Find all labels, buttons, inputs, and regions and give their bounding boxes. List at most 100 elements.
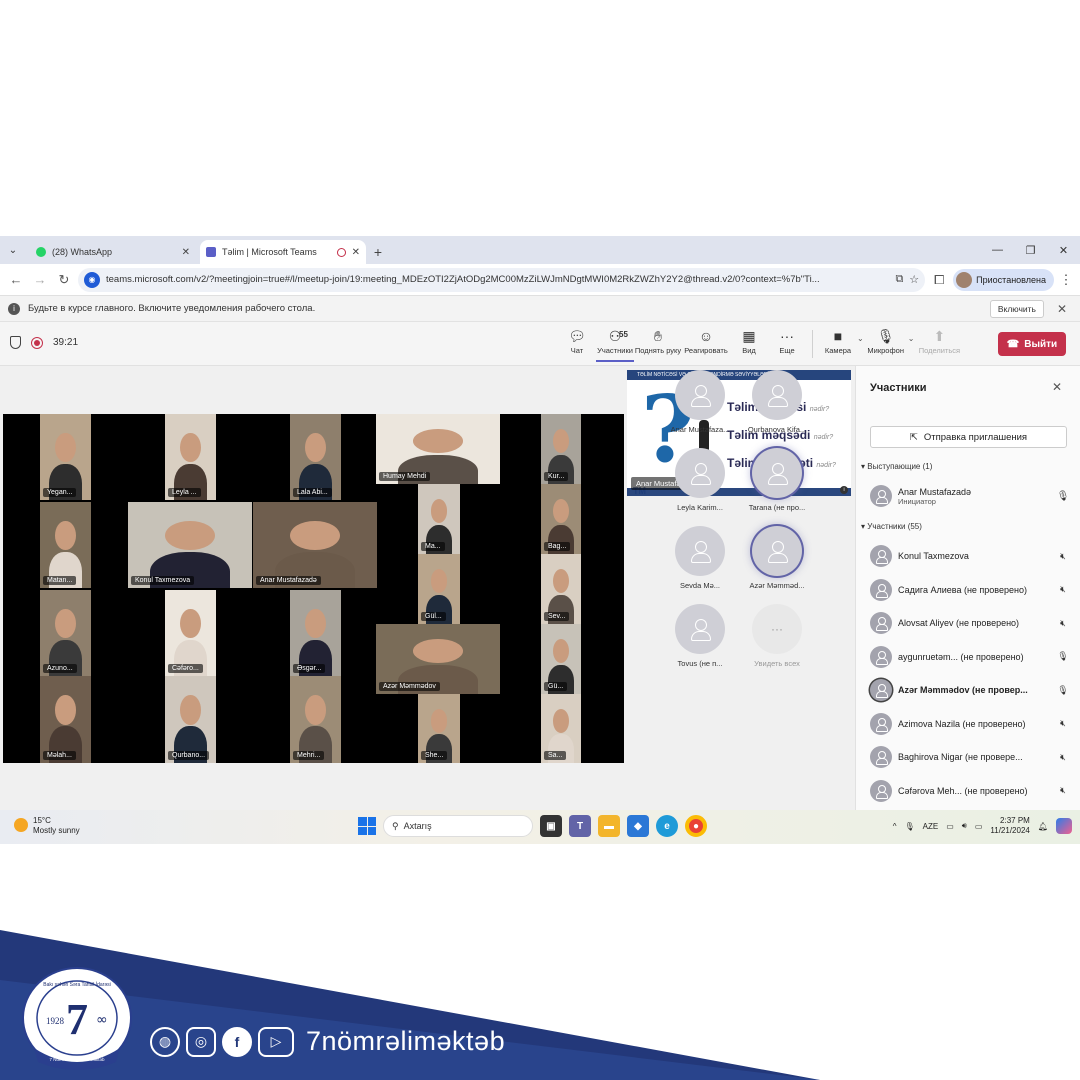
participant-row[interactable]: aygunruetəm... (не проверено) 🎙︎ [870, 645, 1070, 669]
video-tile[interactable]: Azuno... [40, 590, 91, 676]
avatar-tile[interactable]: Tarana (не про... [738, 448, 816, 512]
mic-tray-icon[interactable]: 🎙︎ [905, 822, 915, 831]
video-tile[interactable]: Azər Məmmədov [376, 624, 500, 694]
close-icon[interactable]: ✕ [352, 247, 360, 258]
video-tile[interactable]: Sa... [541, 694, 581, 763]
video-tile[interactable]: Gü... [541, 624, 581, 694]
clock[interactable]: 2:37 PM 11/21/2024 [990, 816, 1029, 836]
chevron-up-icon[interactable]: ^ [893, 822, 897, 831]
instagram-icon[interactable]: ◎ [186, 1026, 216, 1057]
language-indicator[interactable]: AZE [923, 822, 939, 831]
url-field[interactable]: ◉ teams.microsoft.com/v2/?meetingjoin=tr… [78, 267, 926, 292]
avatar-tile[interactable]: Anar Mustafaza... [661, 370, 739, 434]
reload-icon[interactable]: ↻ [54, 272, 74, 288]
video-tile[interactable]: She... [418, 694, 460, 763]
video-tile[interactable]: Qurbano... [165, 676, 216, 763]
avatar-tile[interactable]: Leyla Karim... [661, 448, 739, 512]
participant-row[interactable]: Alovsat Aliyev (не проверено) 🔇︎ [870, 611, 1070, 635]
tab-search-icon[interactable]: ⌄ [0, 236, 26, 264]
see-all-button[interactable]: ··· Увидеть всех [738, 604, 816, 668]
video-tile[interactable]: Anar Mustafazadə [253, 502, 377, 588]
windows-start-icon[interactable] [358, 817, 376, 835]
video-tile[interactable]: Gül... [418, 554, 460, 624]
forward-icon[interactable]: → [30, 272, 50, 287]
back-icon[interactable]: ← [6, 272, 26, 287]
participant-row[interactable]: Baghirova Nigar (не провере... 🔇︎ [870, 745, 1070, 769]
microphone-button[interactable]: 🎙︎ Микрофон [864, 326, 908, 355]
participant-row[interactable]: Cəfərova Meh... (не проверено) 🔇︎ [870, 779, 1070, 803]
video-tile[interactable]: Bag... [541, 484, 581, 554]
video-tile[interactable]: Ma... [418, 484, 460, 554]
chevron-down-icon[interactable]: ⌄ [857, 334, 864, 343]
youtube-icon[interactable]: ▷ [258, 1026, 294, 1057]
facebook-icon[interactable]: f [222, 1026, 252, 1057]
video-tile[interactable]: Mehri... [290, 676, 341, 763]
avatar-name: Leyla Karim... [677, 503, 723, 512]
participant-row[interactable]: Anar Mustafazadə Инициатор 🎙︎ [870, 484, 1070, 508]
leave-button[interactable]: ☎ Выйти [998, 332, 1066, 356]
minimize-icon[interactable]: — [981, 236, 1014, 264]
copilot-icon[interactable] [1056, 818, 1072, 834]
view-button[interactable]: ▦ Вид [730, 326, 768, 355]
avatar-tile[interactable]: Qurbanova Kifa... [738, 370, 816, 434]
site-info-icon[interactable]: ◉ [84, 271, 100, 288]
participants-button[interactable]: ⚇ 55 Участники [596, 326, 634, 362]
store-icon[interactable]: ◆ [627, 815, 649, 837]
battery-icon[interactable]: ▭ [975, 822, 983, 831]
close-icon[interactable]: ✕ [182, 247, 190, 258]
avatar-tile[interactable]: Azər Məmməd... [738, 526, 816, 590]
video-tile[interactable]: Lala Abi... [290, 414, 341, 500]
volume-icon[interactable]: 🔊︎ [962, 821, 967, 831]
file-explorer-icon[interactable]: ▬ [598, 815, 620, 837]
tab-teams[interactable]: Təlim | Microsoft Teams ✕ [200, 240, 366, 264]
profile-button[interactable]: Приостановлена [953, 268, 1054, 291]
video-tile[interactable]: Cəfəro... [165, 590, 216, 676]
video-tile[interactable]: Məlah... [40, 676, 91, 763]
attendees-header[interactable]: ▾ Участники (55) [861, 522, 922, 531]
chevron-down-icon[interactable]: ⌄ [908, 334, 915, 343]
react-button[interactable]: ☺ Реагировать [682, 326, 730, 355]
video-tile[interactable]: Kur... [541, 414, 581, 484]
extensions-icon[interactable]: ⧠ [929, 272, 949, 288]
video-tile[interactable]: Humay Mehdi [376, 414, 500, 484]
taskbar-search[interactable]: ⚲ Axtarış [383, 815, 533, 837]
avatar-tile[interactable]: Tovus (не п... [661, 604, 739, 668]
video-tile[interactable]: Yegan... [40, 414, 91, 500]
weather-widget[interactable]: 15°C Mostly sunny [14, 816, 80, 836]
globe-icon[interactable]: ◍ [150, 1026, 180, 1057]
raise-hand-button[interactable]: ✋︎ Поднять руку [634, 326, 682, 355]
new-tab-button[interactable]: + [366, 240, 390, 264]
participant-row[interactable]: Azər Məmmədov (не провер... 🎙︎ [870, 678, 1070, 702]
close-window-icon[interactable]: ✕ [1047, 236, 1080, 264]
video-tile[interactable]: Matan... [40, 502, 91, 588]
participant-row[interactable]: Садига Алиева (не проверено) 🔇︎ [870, 578, 1070, 602]
close-icon[interactable]: ✕ [1052, 380, 1062, 394]
bookmark-star-icon[interactable]: ☆ [909, 273, 919, 286]
cast-icon[interactable]: ⧉ [895, 273, 903, 286]
avatar-tile[interactable]: Sevda Mə... [661, 526, 739, 590]
video-tile[interactable]: Sev... [541, 554, 581, 624]
participant-row[interactable]: Azimova Nazila (не проверено) 🔇︎ [870, 712, 1070, 736]
camera-button[interactable]: ■ Камера [819, 326, 857, 355]
shield-icon[interactable] [10, 336, 21, 349]
participant-row[interactable]: Konul Taxmezova 🔇︎ [870, 544, 1070, 568]
close-icon[interactable]: ✕ [1052, 302, 1072, 316]
send-invite-button[interactable]: ⇱ Отправка приглашения [870, 426, 1067, 448]
presenters-header[interactable]: ▾ Выступающие (1) [861, 462, 932, 471]
video-tile[interactable]: Əsgər... [290, 590, 341, 676]
browser-menu-icon[interactable]: ⋮ [1058, 272, 1074, 288]
notification-bell-icon[interactable]: 🔔︎ [1038, 822, 1048, 831]
enable-notifications-button[interactable]: Включить [989, 299, 1044, 318]
edge-icon[interactable]: e [656, 815, 678, 837]
restore-icon[interactable]: ❐ [1014, 236, 1047, 264]
video-tile[interactable]: Leyla ... [165, 414, 216, 500]
task-view-icon[interactable]: ▣ [540, 815, 562, 837]
chat-button[interactable]: 💬︎ Чат [558, 326, 596, 355]
more-button[interactable]: ··· Еще [768, 326, 806, 355]
share-button[interactable]: ⬆ Поделиться [914, 326, 964, 355]
tab-whatsapp[interactable]: (28) WhatsApp ✕ [30, 240, 196, 264]
network-icon[interactable]: ▭ [946, 822, 954, 831]
teams-taskbar-icon[interactable]: T [569, 815, 591, 837]
video-tile[interactable]: Konul Taxmezova [128, 502, 252, 588]
chrome-icon[interactable]: ● [685, 815, 707, 837]
